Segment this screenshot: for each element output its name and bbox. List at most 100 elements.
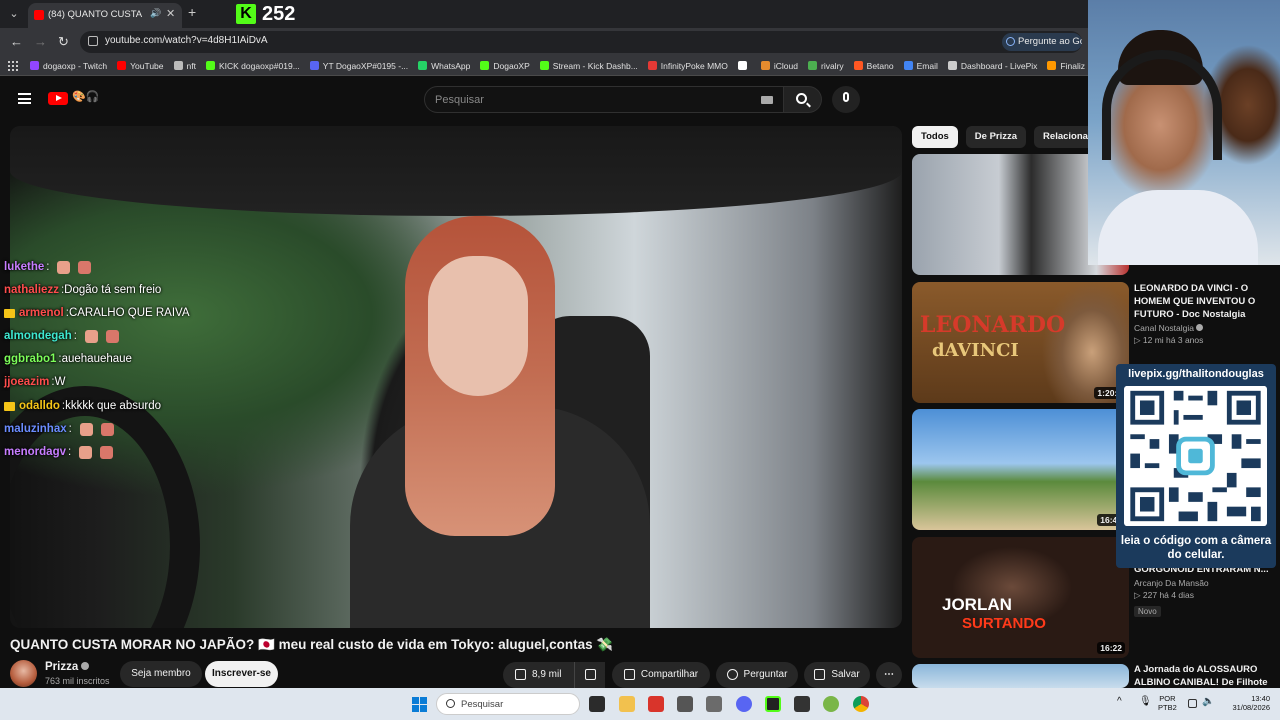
bookmark-item[interactable]: Finaliz	[1047, 61, 1085, 71]
obs-icon[interactable]	[794, 696, 810, 712]
search-button[interactable]	[784, 86, 822, 113]
channel-name-text[interactable]: Prizza	[45, 661, 78, 673]
recommendation-meta-text: 227 há 4 dias	[1142, 590, 1194, 600]
google-lens-icon	[1006, 37, 1015, 46]
more-actions-button[interactable]: ⋯	[876, 662, 902, 688]
chrome-icon[interactable]	[853, 696, 869, 712]
bookmark-item[interactable]: InfinityPoke MMO	[647, 61, 728, 71]
new-tab-button[interactable]: +	[188, 4, 196, 20]
chat-username[interactable]: nathaliezz	[4, 279, 59, 302]
bookmark-item[interactable]: Dashboard - LivePix	[947, 61, 1037, 71]
youtube-favicon-icon	[34, 10, 44, 20]
ask-button[interactable]: Perguntar	[716, 662, 798, 688]
chat-username[interactable]: ggbrabo1	[4, 348, 56, 371]
ask-google-button[interactable]: Pergunte ao Google	[1002, 33, 1082, 51]
filter-chip[interactable]: De Prizza	[965, 126, 1027, 148]
site-info-icon[interactable]	[88, 36, 98, 46]
bookmark-item[interactable]: dogaoxp - Twitch	[30, 61, 107, 71]
dislike-button[interactable]	[574, 662, 605, 688]
chat-username[interactable]: armenol	[19, 302, 64, 325]
chat-username[interactable]: menordagv	[4, 441, 66, 464]
bookmark-item[interactable]: iCloud	[760, 61, 798, 71]
channel-name[interactable]: Prizza	[45, 661, 90, 673]
taskbar-search-input[interactable]: Pesquisar	[436, 693, 580, 715]
youtube-logo-icon[interactable]	[48, 92, 68, 105]
recommendation-meta: ▷ 227 há 4 dias	[1134, 590, 1274, 601]
recommendation-thumbnail[interactable]: 16:43	[912, 409, 1129, 530]
volume-icon[interactable]: 🔈	[1202, 696, 1214, 707]
browser-toolbar: ← → ↻ youtube.com/watch?v=4d8H1IAiDvA Pe…	[0, 28, 1090, 56]
browser-tab-strip: ⌄ (84) QUANTO CUSTA MORAR 🔊 ✕ + K 252	[0, 0, 1090, 28]
snipping-tool-icon[interactable]	[677, 696, 693, 712]
recommendation-info[interactable]: LEONARDO DA VINCI - O HOMEM QUE INVENTOU…	[1134, 282, 1274, 346]
bookmark-favicon-icon	[480, 61, 490, 70]
recommendation-thumbnail[interactable]: LEONARDO dAVINCI 1:20:4	[912, 282, 1129, 403]
audio-playing-icon[interactable]: 🔊	[150, 8, 161, 19]
bookmark-item[interactable]: DogaoXP	[480, 61, 530, 71]
bookmark-item[interactable]: Stream - Kick Dashb...	[539, 61, 638, 71]
search-input[interactable]: Pesquisar	[424, 86, 784, 113]
discord-icon[interactable]	[736, 696, 752, 712]
chat-username[interactable]: maluzinhax	[4, 418, 67, 441]
join-button[interactable]: Seja membro	[120, 661, 202, 687]
chat-username[interactable]: jjoeazim	[4, 371, 49, 394]
bookmark-item[interactable]: YT DogaoXP#0195 -...	[309, 60, 409, 71]
close-tab-icon[interactable]: ✕	[166, 7, 175, 20]
tray-overflow-icon[interactable]: ^	[1117, 696, 1122, 707]
keyboard-language[interactable]: POR PTB2	[1158, 694, 1177, 712]
share-button[interactable]: Compartilhar	[612, 662, 710, 688]
channel-avatar[interactable]	[10, 660, 37, 687]
recommendation-thumbnail[interactable]: JORLAN SURTANDO 16:22	[912, 537, 1129, 658]
network-icon[interactable]	[1188, 699, 1197, 708]
system-clock[interactable]: 13:40 31/08/2026	[1214, 694, 1270, 712]
microphone-tray-icon[interactable]: 🎙	[1139, 696, 1152, 707]
windows-start-icon[interactable]	[412, 697, 427, 712]
tab-search-dropdown[interactable]: ⌄	[4, 4, 24, 24]
hamburger-menu-icon[interactable]	[18, 93, 31, 104]
bookmark-item[interactable]	[737, 61, 751, 70]
chat-text: W	[54, 376, 66, 389]
bookmark-item[interactable]: Betano	[853, 61, 894, 71]
like-count: 8,9 mil	[532, 669, 562, 680]
bookmark-favicon-icon	[539, 61, 549, 70]
recommendation-info[interactable]: A Jornada do ALOSSAURO ALBINO CANIBAL! D…	[1134, 663, 1274, 689]
save-button[interactable]: Salvar	[804, 662, 870, 688]
browser-tab-active[interactable]: (84) QUANTO CUSTA MORAR 🔊 ✕	[28, 3, 182, 28]
reload-icon[interactable]: ↻	[58, 34, 69, 50]
address-bar[interactable]: youtube.com/watch?v=4d8H1IAiDvA Pergunte…	[80, 31, 1082, 53]
bookmark-item[interactable]: KICK dogaoxp#019...	[205, 61, 300, 71]
subscribe-button[interactable]: Inscrever-se	[205, 661, 278, 687]
url-text[interactable]: youtube.com/watch?v=4d8H1IAiDvA	[105, 35, 268, 46]
recommendation-title[interactable]: A Jornada do ALOSSAURO ALBINO CANIBAL! D…	[1134, 663, 1274, 689]
youtube-doodle-icon[interactable]: 🎨🎧	[72, 90, 99, 103]
chat-username[interactable]: almondegah	[4, 325, 72, 348]
file-explorer-icon[interactable]	[619, 696, 635, 712]
bookmark-item[interactable]: WhatsApp	[418, 61, 470, 71]
recommendation-thumbnail[interactable]	[912, 664, 1129, 688]
bookmark-item[interactable]: Email	[903, 61, 938, 71]
verified-check-icon	[1196, 324, 1204, 331]
voice-search-button[interactable]	[832, 86, 860, 113]
recommendation-chips: Todos De Prizza Relacionados	[912, 126, 1114, 148]
chat-username[interactable]: lukethe	[4, 256, 44, 279]
chat-username[interactable]: odalldo	[19, 395, 60, 418]
bookmark-label: YT DogaoXP#0195 -...	[322, 60, 409, 71]
apps-grid-icon[interactable]	[8, 60, 18, 71]
thumbnail-art-text: dAVINCI	[932, 340, 1019, 361]
app-green-icon[interactable]	[823, 696, 839, 712]
calculator-icon[interactable]	[706, 696, 722, 712]
bookmark-item[interactable]: rivalry	[807, 61, 844, 71]
keyboard-icon[interactable]	[761, 96, 773, 104]
app-red-icon[interactable]	[648, 696, 664, 712]
task-view-icon[interactable]	[589, 696, 605, 712]
back-arrow-icon[interactable]: ←	[10, 34, 23, 49]
chat-emote-icon	[84, 330, 98, 344]
filter-chip[interactable]: Todos	[912, 126, 958, 148]
bookmark-item[interactable]: YouTube	[117, 61, 164, 71]
recommendation-info[interactable]: GORGONOID ENTRARAM N... Arcanjo Da Mansã…	[1134, 563, 1274, 619]
kick-app-icon[interactable]	[765, 696, 781, 712]
recommendation-title[interactable]: LEONARDO DA VINCI - O HOMEM QUE INVENTOU…	[1134, 282, 1274, 321]
bookmark-item[interactable]: nft	[173, 61, 196, 71]
forward-arrow-icon[interactable]: →	[34, 34, 47, 49]
livepix-url: livepix.gg/thalitondouglas	[1128, 368, 1264, 380]
